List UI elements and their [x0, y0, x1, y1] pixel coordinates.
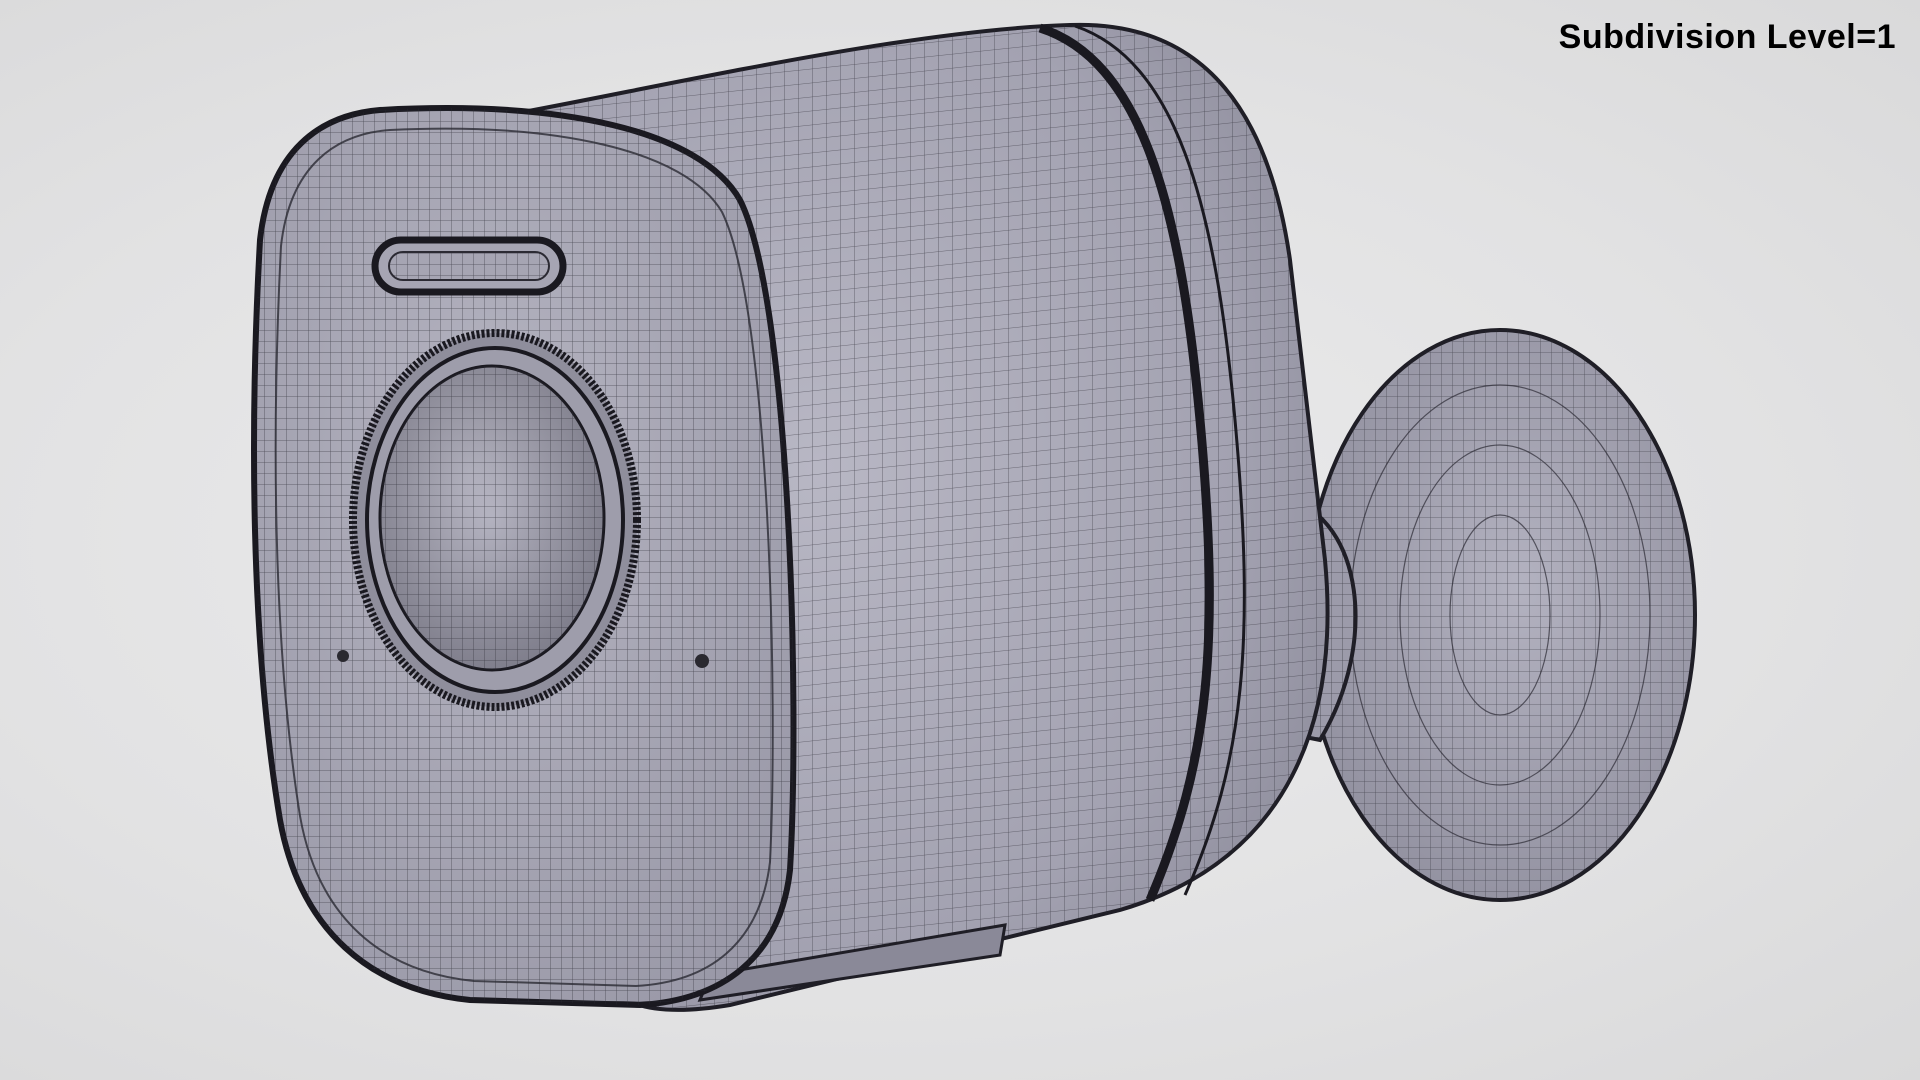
lens-assembly: [349, 329, 641, 711]
mic-hole-right: [695, 654, 709, 668]
mic-hole-left: [337, 650, 349, 662]
mount-ball: [1303, 328, 1697, 902]
camera-wireframe-render: [251, 22, 1697, 1012]
sensor-slot: [371, 236, 567, 296]
subdivision-level-label: Subdivision Level=1: [1558, 18, 1896, 56]
render-viewport: Subdivision Level=1: [0, 0, 1920, 1080]
